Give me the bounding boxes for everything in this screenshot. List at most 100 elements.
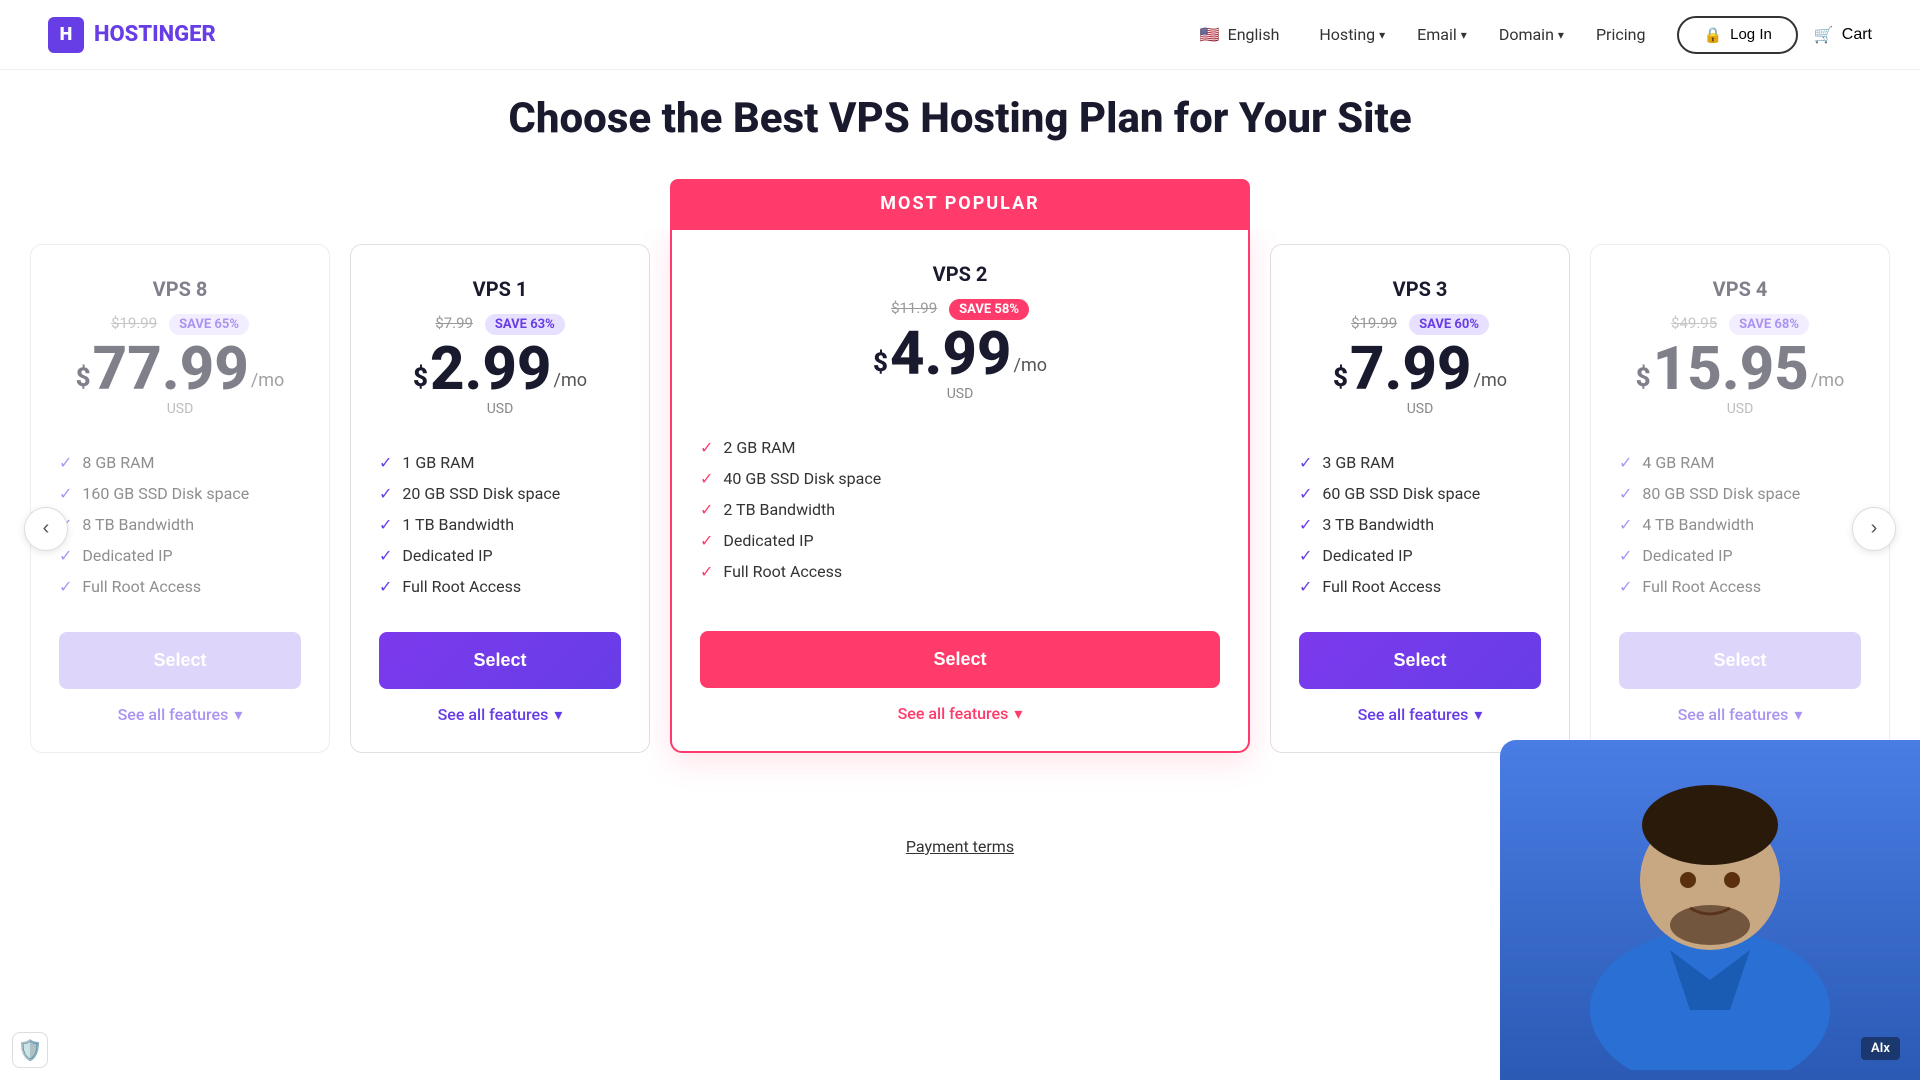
price-row: $ 7.99 /mo (1299, 339, 1541, 399)
lock-icon: 🔒 (1703, 26, 1722, 44)
most-popular-banner: MOST POPULAR (670, 179, 1250, 228)
logo-icon: H (48, 17, 84, 53)
per-mo: /mo (1014, 355, 1047, 376)
currency-symbol: $ (413, 365, 428, 391)
feature-item: ✓40 GB SSD Disk space (700, 469, 1220, 488)
check-icon: ✓ (1619, 546, 1632, 565)
plan-pricing: $19.99 SAVE 60% $ 7.99 /mo USD (1299, 313, 1541, 417)
check-icon: ✓ (1619, 453, 1632, 472)
check-icon: ✓ (700, 500, 713, 519)
check-icon: ✓ (700, 531, 713, 550)
see-all-features-vps3[interactable]: See all features ▾ (1299, 705, 1541, 724)
shield-icon[interactable]: 🛡️ (12, 1032, 48, 1068)
per-mo: /mo (1474, 370, 1507, 391)
plan-features: ✓8 GB RAM ✓160 GB SSD Disk space ✓8 TB B… (59, 453, 301, 608)
feature-item: ✓2 GB RAM (700, 438, 1220, 457)
nav-link-email[interactable]: Email ▾ (1417, 25, 1467, 44)
select-button-vps2[interactable]: Select (700, 631, 1220, 688)
check-icon: ✓ (700, 469, 713, 488)
feature-item: ✓3 TB Bandwidth (1299, 515, 1541, 534)
plan-features: ✓1 GB RAM ✓20 GB SSD Disk space ✓1 TB Ba… (379, 453, 621, 608)
currency-symbol: $ (873, 350, 888, 376)
plan-card-vps4: VPS 4 $49.95 SAVE 68% $ 15.95 /mo USD ✓4… (1590, 244, 1890, 753)
check-icon: ✓ (379, 453, 392, 472)
select-button-vps3[interactable]: Select (1299, 632, 1541, 689)
select-button-vps8[interactable]: Select (59, 632, 301, 689)
chevron-down-icon: ▾ (1461, 28, 1467, 42)
check-icon: ✓ (1299, 453, 1312, 472)
chevron-down-icon: ▾ (1014, 704, 1022, 723)
feature-item: ✓2 TB Bandwidth (700, 500, 1220, 519)
check-icon: ✓ (379, 577, 392, 596)
check-icon: ✓ (1299, 484, 1312, 503)
currency-symbol: $ (1636, 365, 1651, 391)
nav-link-pricing[interactable]: Pricing (1596, 25, 1646, 44)
feature-item: ✓Dedicated IP (1619, 546, 1861, 565)
login-button[interactable]: 🔒 Log In (1677, 16, 1797, 54)
plan-price: 7.99 (1350, 339, 1472, 399)
plan-name: VPS 4 (1619, 277, 1861, 301)
feature-item: ✓20 GB SSD Disk space (379, 484, 621, 503)
check-icon: ✓ (1619, 577, 1632, 596)
per-mo: /mo (554, 370, 587, 391)
plan-features: ✓3 GB RAM ✓60 GB SSD Disk space ✓3 TB Ba… (1299, 453, 1541, 608)
feature-item: ✓Full Root Access (59, 577, 301, 596)
see-all-features-vps1[interactable]: See all features ▾ (379, 705, 621, 724)
page-title-section: Choose the Best VPS Hosting Plan for You… (0, 70, 1920, 159)
nav-link-domain[interactable]: Domain ▾ (1499, 25, 1564, 44)
select-button-vps4[interactable]: Select (1619, 632, 1861, 689)
feature-item: ✓Full Root Access (1299, 577, 1541, 596)
check-icon: ✓ (700, 438, 713, 457)
cart-button[interactable]: 🛒 Cart (1814, 25, 1872, 45)
check-icon: ✓ (1619, 515, 1632, 534)
next-plan-button[interactable]: › (1852, 507, 1896, 551)
feature-item: ✓Dedicated IP (1299, 546, 1541, 565)
nav-link-hosting[interactable]: Hosting ▾ (1319, 25, 1385, 44)
feature-item: ✓80 GB SSD Disk space (1619, 484, 1861, 503)
check-icon: ✓ (1299, 546, 1312, 565)
chevron-down-icon: ▾ (234, 705, 242, 724)
check-icon: ✓ (1619, 484, 1632, 503)
plan-name: VPS 1 (379, 277, 621, 301)
plan-price: 77.99 (93, 339, 249, 399)
plan-card-vps1: VPS 1 $7.99 SAVE 63% $ 2.99 /mo USD ✓1 G… (350, 244, 650, 753)
chevron-down-icon: ▾ (554, 705, 562, 724)
logo[interactable]: H HOSTINGER (48, 17, 216, 53)
currency-label: USD (379, 401, 621, 417)
nav-links: Hosting ▾ Email ▾ Domain ▾ Pricing (1319, 25, 1645, 44)
select-button-vps1[interactable]: Select (379, 632, 621, 689)
check-icon: ✓ (379, 484, 392, 503)
logo-text: HOSTINGER (94, 22, 216, 47)
see-all-features-vps2[interactable]: See all features ▾ (700, 704, 1220, 723)
lang-label: English (1228, 25, 1280, 44)
navigation: H HOSTINGER 🇺🇸 English Hosting ▾ Email ▾… (0, 0, 1920, 70)
check-icon: ✓ (59, 577, 72, 596)
see-all-features-vps8[interactable]: See all features ▾ (59, 705, 301, 724)
currency-symbol: $ (1333, 365, 1348, 391)
check-icon: ✓ (1299, 515, 1312, 534)
chevron-down-icon: ▾ (1474, 705, 1482, 724)
feature-item: ✓60 GB SSD Disk space (1299, 484, 1541, 503)
plan-card-vps3: VPS 3 $19.99 SAVE 60% $ 7.99 /mo USD ✓3 … (1270, 244, 1570, 753)
language-selector[interactable]: 🇺🇸 English (1200, 25, 1280, 44)
page-title: Choose the Best VPS Hosting Plan for You… (0, 94, 1920, 143)
feature-item: ✓1 GB RAM (379, 453, 621, 472)
plan-name: VPS 3 (1299, 277, 1541, 301)
feature-item: ✓Full Root Access (1619, 577, 1861, 596)
feature-item: ✓Dedicated IP (379, 546, 621, 565)
see-all-features-vps4[interactable]: See all features ▾ (1619, 705, 1861, 724)
feature-item: ✓8 GB RAM (59, 453, 301, 472)
original-price: $19.99 (1351, 314, 1397, 332)
per-mo: /mo (1811, 370, 1844, 391)
feature-item: ✓3 GB RAM (1299, 453, 1541, 472)
check-icon: ✓ (700, 562, 713, 581)
price-row: $ 4.99 /mo (700, 324, 1220, 384)
person-image (1500, 740, 1920, 1080)
plan-features: ✓4 GB RAM ✓80 GB SSD Disk space ✓4 TB Ba… (1619, 453, 1861, 608)
prev-plan-button[interactable]: ‹ (24, 507, 68, 551)
original-price: $11.99 (891, 299, 937, 317)
cart-icon: 🛒 (1814, 25, 1834, 45)
plan-pricing: $19.99 SAVE 65% $ 77.99 /mo USD (59, 313, 301, 417)
aix-badge: AIx (1861, 1037, 1900, 1060)
feature-item: ✓Full Root Access (379, 577, 621, 596)
